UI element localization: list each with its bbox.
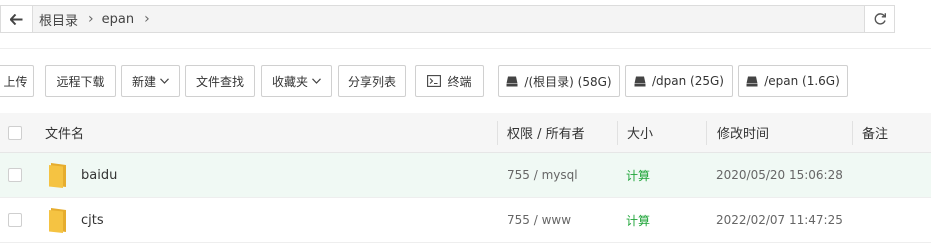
upload-label: 上传 xyxy=(3,74,28,89)
terminal-label: 终端 xyxy=(447,74,472,89)
select-all-cell xyxy=(8,113,22,152)
share-list-button[interactable]: 分享列表 xyxy=(338,65,406,97)
terminal-icon xyxy=(427,75,442,87)
file-permission[interactable]: 755 / mysql xyxy=(507,153,578,197)
file-modified-time: 2022/02/07 11:47:25 xyxy=(716,213,843,227)
table-row[interactable]: baidu 755 / mysql 计算 2020/05/20 15:06:28 xyxy=(0,153,931,198)
disk-epan-button[interactable]: /epan (1.6G) xyxy=(738,65,848,97)
new-button[interactable]: 新建 xyxy=(121,65,180,97)
folder-icon xyxy=(48,153,68,197)
header-modified-time[interactable]: 修改时间 xyxy=(717,113,769,152)
chevron-right-icon: › xyxy=(144,11,150,27)
favorites-label: 收藏夹 xyxy=(271,74,308,89)
disk-dpan-label: /dpan (25G) xyxy=(652,74,724,88)
refresh-icon xyxy=(874,13,886,25)
refresh-button[interactable] xyxy=(864,6,894,32)
path-bar: 根目录 › epan › xyxy=(0,5,895,33)
column-divider xyxy=(706,121,707,145)
file-modified-time: 2020/05/20 15:06:28 xyxy=(716,168,843,182)
row-select-cell xyxy=(8,153,22,197)
share-list-label: 分享列表 xyxy=(347,74,396,89)
calculate-size-link[interactable]: 计算 xyxy=(626,198,650,242)
header-note: 备注 xyxy=(862,127,889,142)
back-button[interactable] xyxy=(1,6,33,32)
file-search-label: 文件查找 xyxy=(195,74,244,89)
favorites-button[interactable]: 收藏夹 xyxy=(261,65,332,97)
remote-download-button[interactable]: 远程下载 xyxy=(45,65,116,97)
file-search-button[interactable]: 文件查找 xyxy=(185,65,255,97)
disk-root-button[interactable]: /(根目录) (58G) xyxy=(498,65,620,97)
calculate-size-link[interactable]: 计算 xyxy=(626,153,650,197)
breadcrumb: 根目录 › epan › xyxy=(33,6,866,32)
chevron-right-icon: › xyxy=(88,11,94,27)
breadcrumb-root[interactable]: 根目录 xyxy=(33,10,78,29)
header-permission[interactable]: 权限 / 所有者 xyxy=(507,113,585,152)
table-row[interactable]: cjts 755 / www 计算 2022/02/07 11:47:25 xyxy=(0,198,931,243)
select-all-checkbox[interactable] xyxy=(8,125,22,140)
file-name[interactable]: baidu xyxy=(81,153,117,197)
chevron-down-icon xyxy=(312,78,321,84)
row-select-cell xyxy=(8,198,22,242)
disk-icon xyxy=(746,76,758,86)
folder-icon xyxy=(48,198,68,242)
new-label: 新建 xyxy=(131,74,156,89)
upload-button[interactable]: 上传 xyxy=(0,65,34,97)
table-header: 文件名 权限 / 所有者 大小 修改时间 备注 xyxy=(0,113,931,153)
breadcrumb-epan[interactable]: epan xyxy=(96,12,134,27)
divider xyxy=(0,48,931,49)
remote-download-label: 远程下载 xyxy=(56,74,105,89)
disk-root-label: /(根目录) (58G) xyxy=(524,74,612,89)
arrow-left-icon xyxy=(10,13,23,25)
disk-epan-label: /epan (1.6G) xyxy=(764,74,840,88)
disk-dpan-button[interactable]: /dpan (25G) xyxy=(625,65,733,97)
column-divider xyxy=(497,121,498,145)
disk-icon xyxy=(634,76,646,86)
file-name[interactable]: cjts xyxy=(81,198,104,242)
column-divider xyxy=(852,121,853,145)
row-checkbox[interactable] xyxy=(8,168,22,182)
chevron-down-icon xyxy=(160,78,169,84)
disk-icon xyxy=(506,76,518,86)
header-name[interactable]: 文件名 xyxy=(45,113,84,152)
file-permission[interactable]: 755 / www xyxy=(507,198,571,242)
row-checkbox[interactable] xyxy=(8,213,22,227)
terminal-button[interactable]: 终端 xyxy=(415,65,484,97)
header-size[interactable]: 大小 xyxy=(627,113,653,152)
column-divider xyxy=(617,121,618,145)
